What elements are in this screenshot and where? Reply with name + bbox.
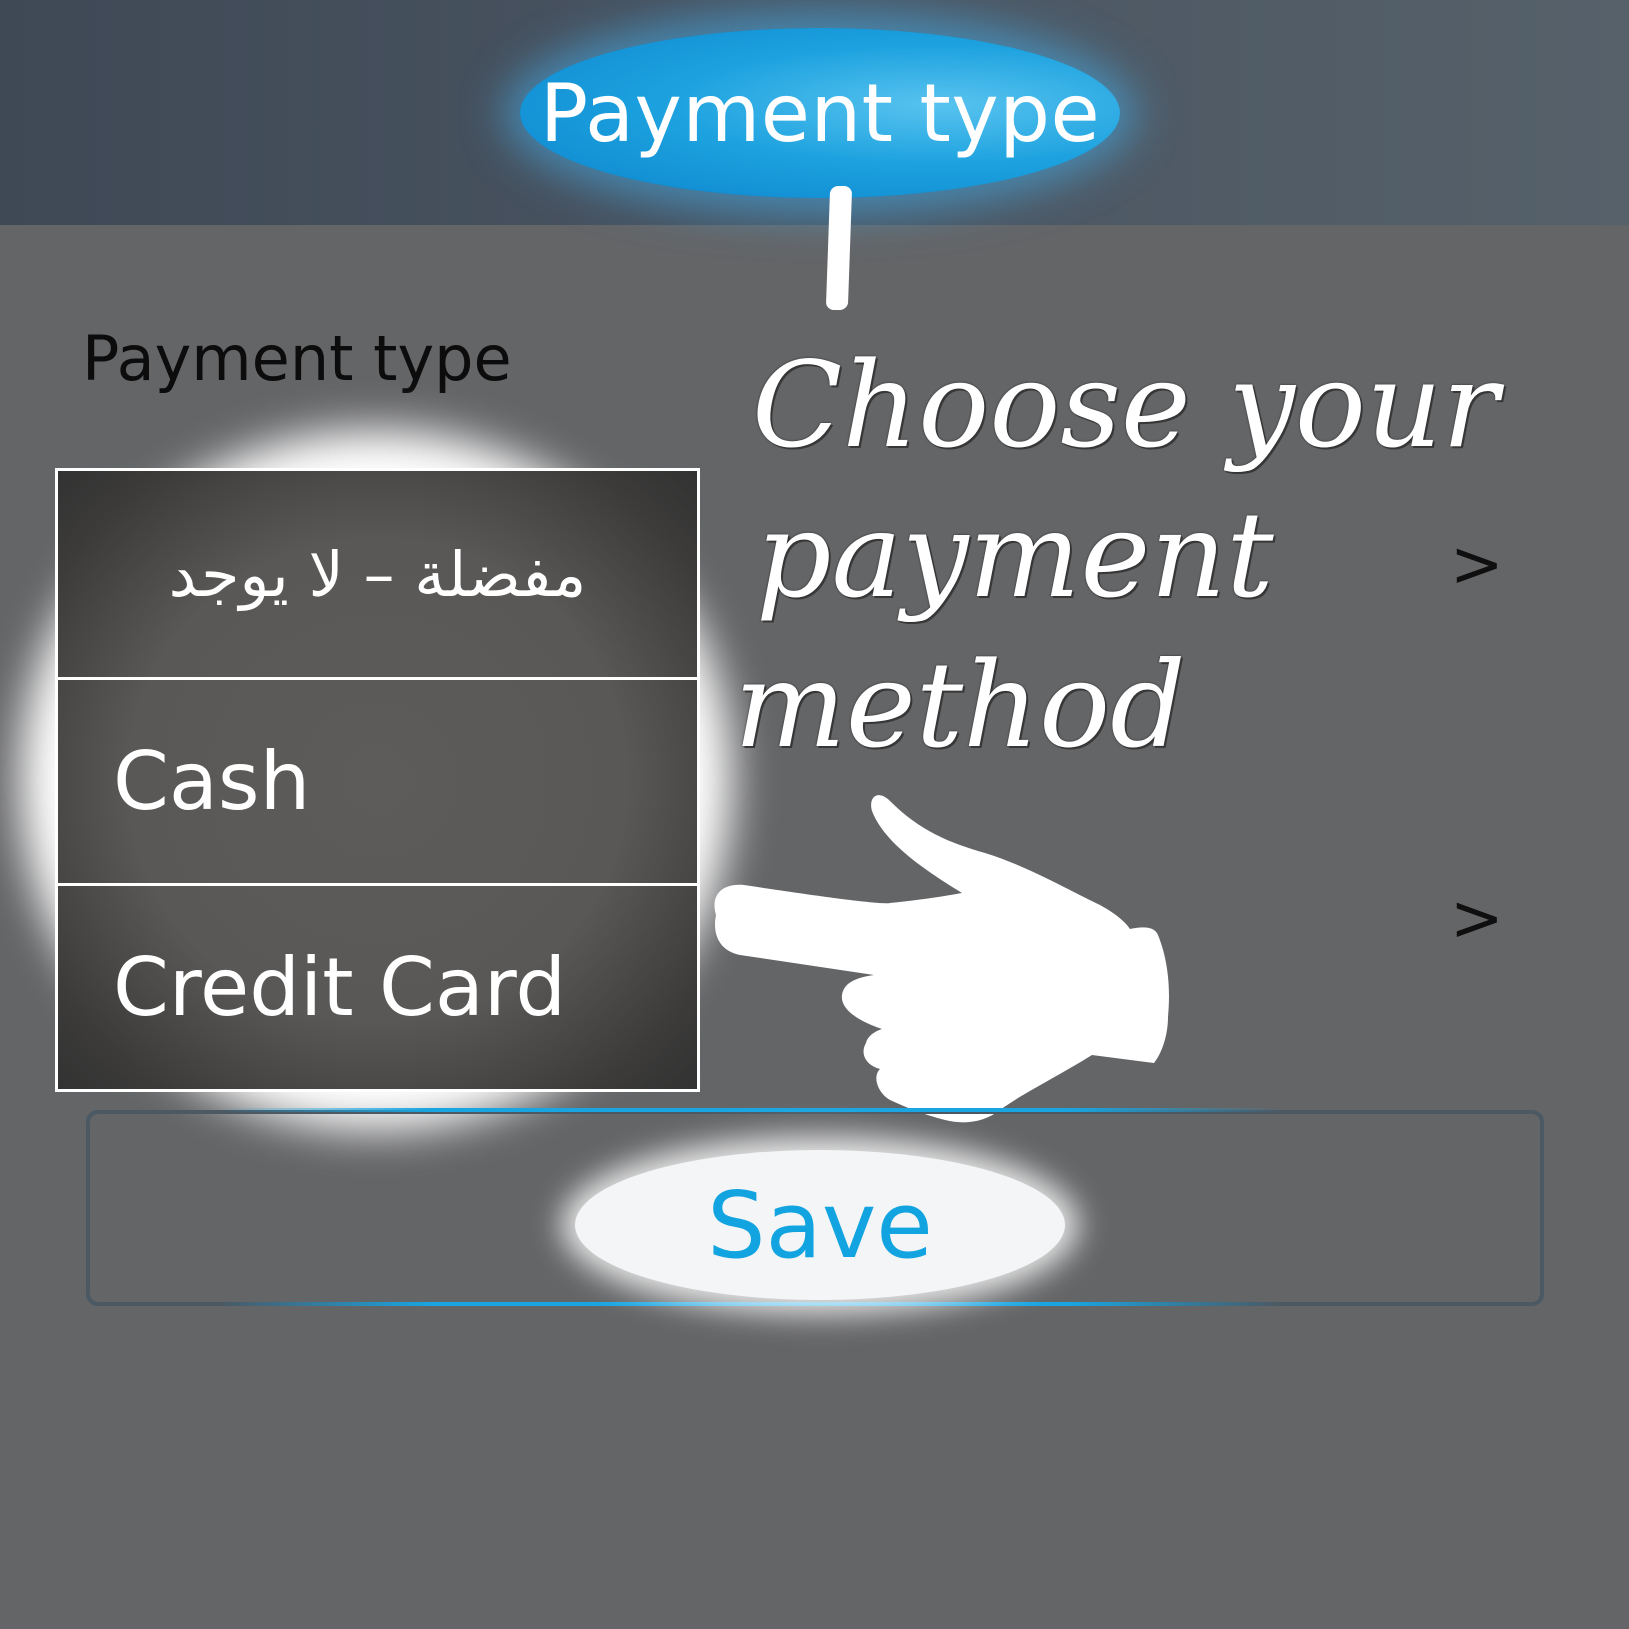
title-highlight: Payment type [520, 28, 1120, 198]
dropdown-option-cash[interactable]: Cash [58, 677, 697, 883]
option-label: Cash [113, 735, 311, 828]
save-button-label: Save [707, 1171, 933, 1279]
payment-type-label: Payment type [82, 322, 512, 395]
annotation-line: method [734, 636, 1186, 774]
save-button[interactable]: Save [575, 1150, 1065, 1300]
dropdown-option-preferred-none[interactable]: مفضلة – لا يوجد [58, 471, 697, 677]
dropdown-option-credit-card[interactable]: Credit Card [58, 883, 697, 1089]
option-label: مفضلة – لا يوجد [168, 537, 587, 611]
annotation-line: Choose your [752, 336, 1499, 474]
save-accent-line-bottom [220, 1302, 1280, 1306]
option-label: Credit Card [113, 941, 567, 1034]
payment-type-dropdown[interactable]: مفضلة – لا يوجد Cash Credit Card [55, 468, 700, 1092]
chevron-right-icon[interactable]: > [1450, 887, 1504, 951]
pointing-hand-icon [714, 795, 1169, 1123]
handwritten-annotation: Choose your payment method [734, 330, 1612, 780]
page-title: Payment type [539, 66, 1101, 160]
save-accent-line-top [220, 1108, 1280, 1112]
annotation-line: payment [756, 486, 1274, 624]
callout-connector [825, 186, 853, 310]
